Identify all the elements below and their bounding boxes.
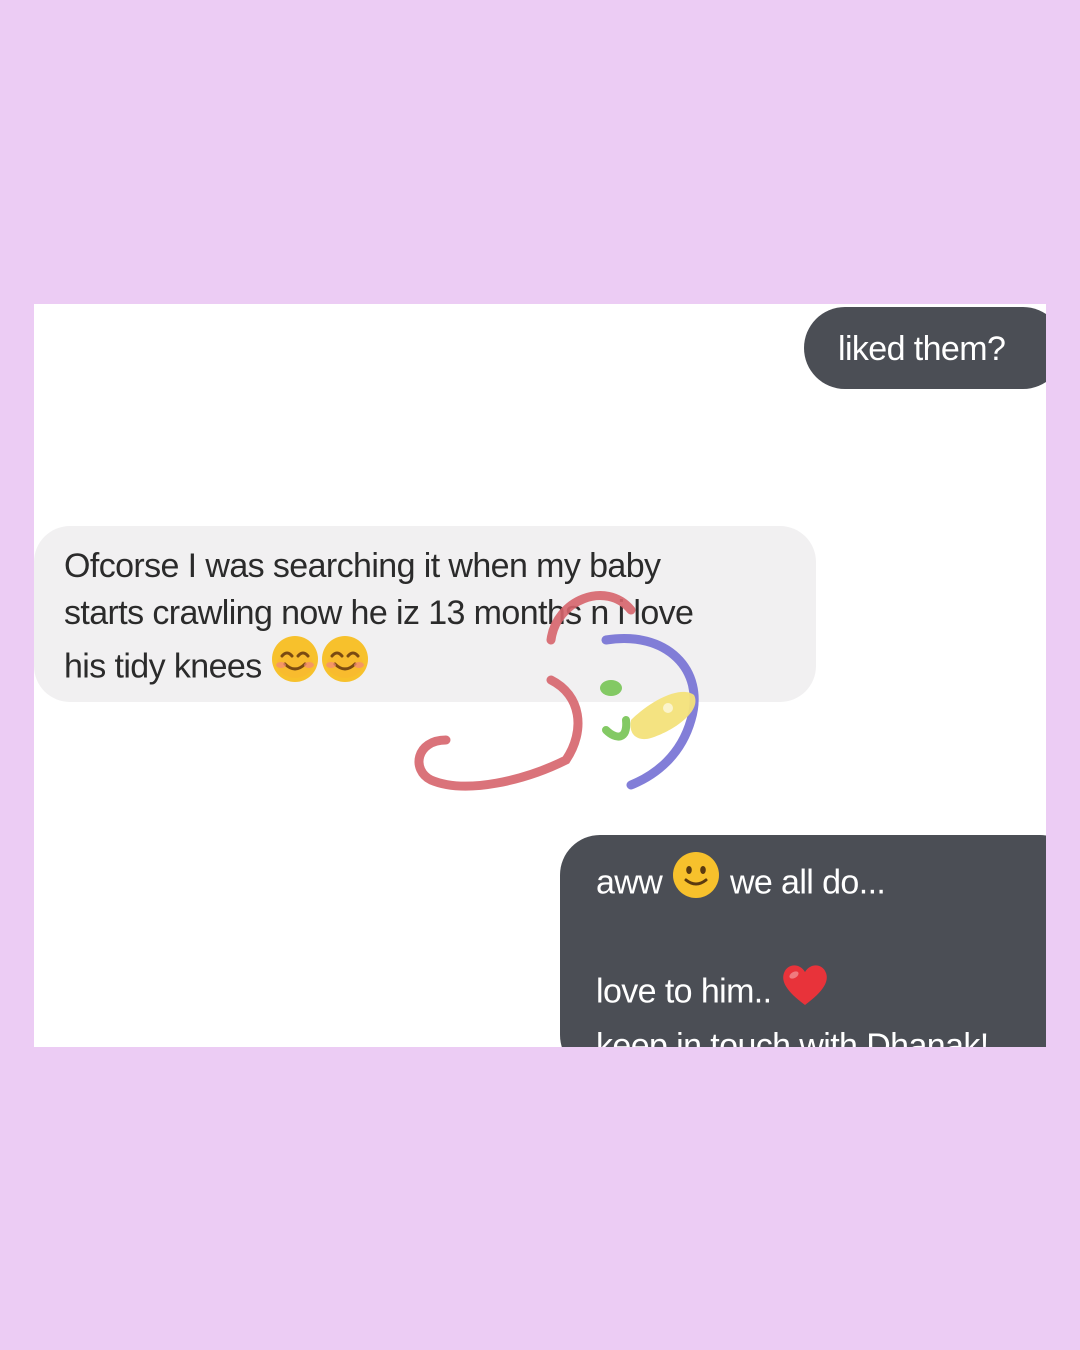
outgoing-message-bubble[interactable]: liked them? (804, 307, 1046, 389)
message-text: his tidy knees (64, 647, 262, 686)
message-text: aww (596, 863, 663, 902)
smiling-face-icon (270, 634, 320, 697)
chat-screenshot: liked them? Ofcorse I was searching it w… (34, 304, 1046, 1047)
message-text: love to him.. (596, 972, 772, 1011)
smiling-face-icon (320, 634, 370, 697)
red-heart-icon (780, 961, 830, 1020)
message-text: we all do... (729, 863, 886, 902)
message-text-line: aww we all do... (596, 850, 1046, 916)
page-background: liked them? Ofcorse I was searching it w… (0, 0, 1080, 1350)
slightly-smiling-face-icon (671, 850, 721, 913)
message-spacer (596, 916, 1046, 964)
message-text: keep in touch with Dhanak! (596, 1027, 989, 1047)
message-text-line: love to him.. (596, 964, 1046, 1023)
dhanak-rainbow-logo-icon (406, 580, 706, 810)
outgoing-message-bubble[interactable]: aww we all do... love to him.. keep in t… (560, 835, 1046, 1047)
message-text: liked them? (838, 330, 1006, 368)
